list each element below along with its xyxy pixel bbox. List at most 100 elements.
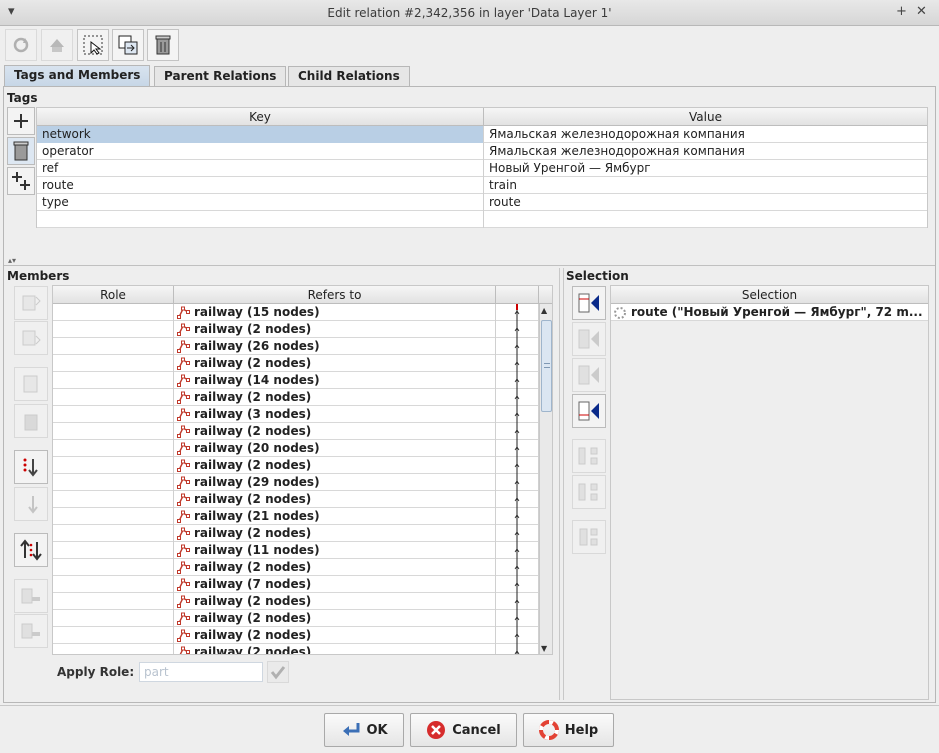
cancel-button[interactable]: Cancel	[410, 713, 517, 747]
column-header-value[interactable]: Value	[484, 108, 927, 126]
member-role[interactable]	[53, 440, 174, 457]
tag-row[interactable]: operator Ямальская железнодорожная компа…	[37, 143, 927, 160]
member-refers-to[interactable]: railway (11 nodes)	[174, 542, 496, 559]
tag-value[interactable]: train	[484, 177, 927, 194]
tag-row-empty[interactable]	[37, 211, 927, 228]
member-role[interactable]	[53, 372, 174, 389]
member-row[interactable]: railway (2 nodes)	[53, 559, 539, 576]
column-header-linkage[interactable]	[496, 286, 539, 304]
member-role[interactable]	[53, 491, 174, 508]
member-refers-to[interactable]: railway (21 nodes)	[174, 508, 496, 525]
collapse-arrows-icon[interactable]: ▴▾	[8, 256, 16, 265]
member-refers-to[interactable]: railway (2 nodes)	[174, 559, 496, 576]
member-row[interactable]: railway (2 nodes)	[53, 423, 539, 440]
upload-button[interactable]	[41, 29, 73, 61]
member-refers-to[interactable]: railway (2 nodes)	[174, 457, 496, 474]
tag-row[interactable]: ref Новый Уренгой — Ямбург	[37, 160, 927, 177]
sort-button[interactable]	[14, 450, 48, 484]
member-refers-to[interactable]: railway (2 nodes)	[174, 355, 496, 372]
member-row[interactable]: railway (2 nodes)	[53, 491, 539, 508]
move-up-button[interactable]	[14, 286, 48, 320]
member-role[interactable]	[53, 355, 174, 372]
paste-tags-button[interactable]	[7, 167, 35, 195]
apply-role-button[interactable]	[267, 661, 289, 683]
member-row[interactable]: railway (2 nodes)	[53, 593, 539, 610]
member-row[interactable]: railway (15 nodes)	[53, 304, 539, 321]
column-header-role[interactable]: Role	[53, 286, 174, 304]
tag-key[interactable]: ref	[37, 160, 484, 177]
delete-tag-button[interactable]	[7, 137, 35, 165]
add-selected-before-button[interactable]	[572, 322, 606, 356]
member-role[interactable]	[53, 593, 174, 610]
reverse-button[interactable]	[14, 533, 48, 567]
member-refers-to[interactable]: railway (20 nodes)	[174, 440, 496, 457]
member-row[interactable]: railway (2 nodes)	[53, 610, 539, 627]
tab-parent-relations[interactable]: Parent Relations	[154, 66, 287, 86]
remove-member-button[interactable]	[14, 404, 48, 438]
tag-key[interactable]: operator	[37, 143, 484, 160]
member-refers-to[interactable]: railway (7 nodes)	[174, 576, 496, 593]
add-tag-button[interactable]	[7, 107, 35, 135]
selection-item[interactable]: route ("Новый Уренгой — Ямбург", 72 m...	[611, 304, 928, 321]
member-row[interactable]: railway (26 nodes)	[53, 338, 539, 355]
tag-key-empty[interactable]	[37, 211, 484, 228]
member-role[interactable]	[53, 474, 174, 491]
member-role[interactable]	[53, 423, 174, 440]
download-selected-button[interactable]	[14, 614, 48, 648]
tag-value[interactable]: route	[484, 194, 927, 211]
sort-selection-button[interactable]	[572, 520, 606, 554]
duplicate-button[interactable]	[112, 29, 144, 61]
vertical-scrollbar[interactable]: ▲ ▼	[539, 304, 552, 654]
member-role[interactable]	[53, 542, 174, 559]
member-row[interactable]: railway (2 nodes)	[53, 627, 539, 644]
member-refers-to[interactable]: railway (2 nodes)	[174, 610, 496, 627]
member-refers-to[interactable]: railway (2 nodes)	[174, 491, 496, 508]
member-row[interactable]: railway (2 nodes)	[53, 457, 539, 474]
horizontal-splitter[interactable]: ▴▾	[4, 256, 935, 266]
tag-row[interactable]: type route	[37, 194, 927, 211]
member-refers-to[interactable]: railway (29 nodes)	[174, 474, 496, 491]
tag-value[interactable]: Ямальская железнодорожная компания	[484, 143, 927, 160]
refresh-button[interactable]	[5, 29, 37, 61]
vertical-splitter[interactable]	[559, 268, 564, 700]
remove-selected-button[interactable]	[572, 439, 606, 473]
delete-button[interactable]	[147, 29, 179, 61]
member-role[interactable]	[53, 559, 174, 576]
add-selected-after-button[interactable]	[572, 358, 606, 392]
tab-child-relations[interactable]: Child Relations	[288, 66, 410, 86]
member-refers-to[interactable]: railway (26 nodes)	[174, 338, 496, 355]
member-role[interactable]	[53, 457, 174, 474]
member-row[interactable]: railway (2 nodes)	[53, 644, 539, 654]
move-down-button[interactable]	[14, 321, 48, 355]
select-members-button[interactable]	[572, 475, 606, 509]
column-header-key[interactable]: Key	[37, 108, 484, 126]
member-row[interactable]: railway (3 nodes)	[53, 406, 539, 423]
member-refers-to[interactable]: railway (2 nodes)	[174, 321, 496, 338]
member-row[interactable]: railway (2 nodes)	[53, 525, 539, 542]
member-row[interactable]: railway (20 nodes)	[53, 440, 539, 457]
tag-key[interactable]: network	[37, 126, 484, 143]
member-role[interactable]	[53, 525, 174, 542]
member-role[interactable]	[53, 627, 174, 644]
scroll-down-icon[interactable]: ▼	[541, 644, 547, 653]
tag-key[interactable]: route	[37, 177, 484, 194]
member-role[interactable]	[53, 508, 174, 525]
ok-button[interactable]: OK	[324, 713, 404, 747]
column-header-refers-to[interactable]: Refers to	[174, 286, 496, 304]
member-role[interactable]	[53, 304, 174, 321]
apply-role-input[interactable]: part	[139, 662, 263, 682]
close-icon[interactable]: ✕	[916, 4, 927, 19]
member-role[interactable]	[53, 610, 174, 627]
member-role[interactable]	[53, 644, 174, 654]
maximize-icon[interactable]: +	[896, 4, 907, 19]
tag-value[interactable]: Ямальская железнодорожная компания	[484, 126, 927, 143]
selection-row[interactable]: route ("Новый Уренгой — Ямбург", 72 m...	[611, 304, 928, 321]
add-selected-at-start-button[interactable]	[572, 286, 606, 320]
member-role[interactable]	[53, 338, 174, 355]
member-refers-to[interactable]: railway (14 nodes)	[174, 372, 496, 389]
sort-below-button[interactable]	[14, 487, 48, 521]
member-row[interactable]: railway (2 nodes)	[53, 321, 539, 338]
member-refers-to[interactable]: railway (2 nodes)	[174, 627, 496, 644]
member-refers-to[interactable]: railway (2 nodes)	[174, 644, 496, 654]
member-role[interactable]	[53, 321, 174, 338]
